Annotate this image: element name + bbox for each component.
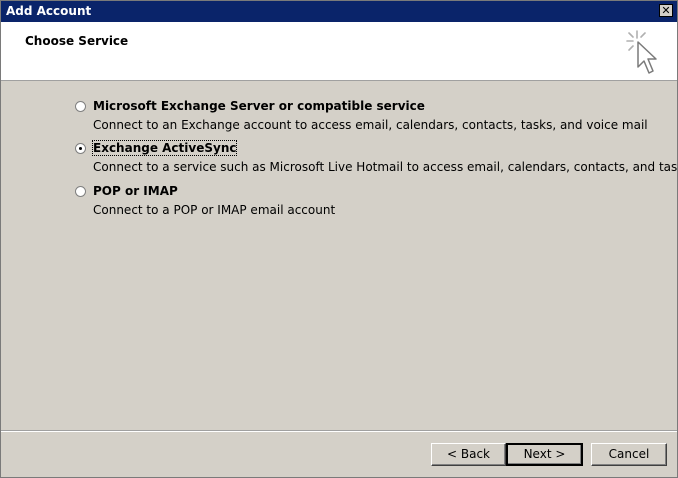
exchange-server-description: Connect to an Exchange account to access…	[93, 118, 648, 132]
exchange-server-radio[interactable]	[75, 101, 86, 112]
wizard-header: Choose Service	[1, 22, 677, 81]
close-icon: ✕	[661, 4, 671, 17]
add-account-dialog: Add Account ✕ Choose Service Microsoft E…	[0, 0, 678, 478]
exchange-server-label[interactable]: Microsoft Exchange Server or compatible …	[93, 99, 425, 113]
footer-divider	[1, 430, 677, 432]
pop-imap-radio[interactable]	[75, 186, 86, 197]
pop-imap-description: Connect to a POP or IMAP email account	[93, 203, 336, 217]
exchange-activesync-radio[interactable]	[75, 143, 86, 154]
back-button[interactable]: < Back	[431, 443, 506, 466]
page-title: Choose Service	[25, 34, 129, 48]
exchange-activesync-description: Connect to a service such as Microsoft L…	[93, 160, 678, 174]
exchange-activesync-label[interactable]: Exchange ActiveSync	[91, 140, 238, 156]
close-button[interactable]: ✕	[659, 4, 673, 17]
wizard-cursor-icon	[626, 30, 657, 74]
pop-imap-label[interactable]: POP or IMAP	[93, 184, 178, 198]
title-bar[interactable]: Add Account ✕	[1, 1, 677, 22]
cancel-button[interactable]: Cancel	[591, 443, 667, 466]
next-button[interactable]: Next >	[506, 443, 583, 466]
window-title: Add Account	[6, 4, 92, 18]
